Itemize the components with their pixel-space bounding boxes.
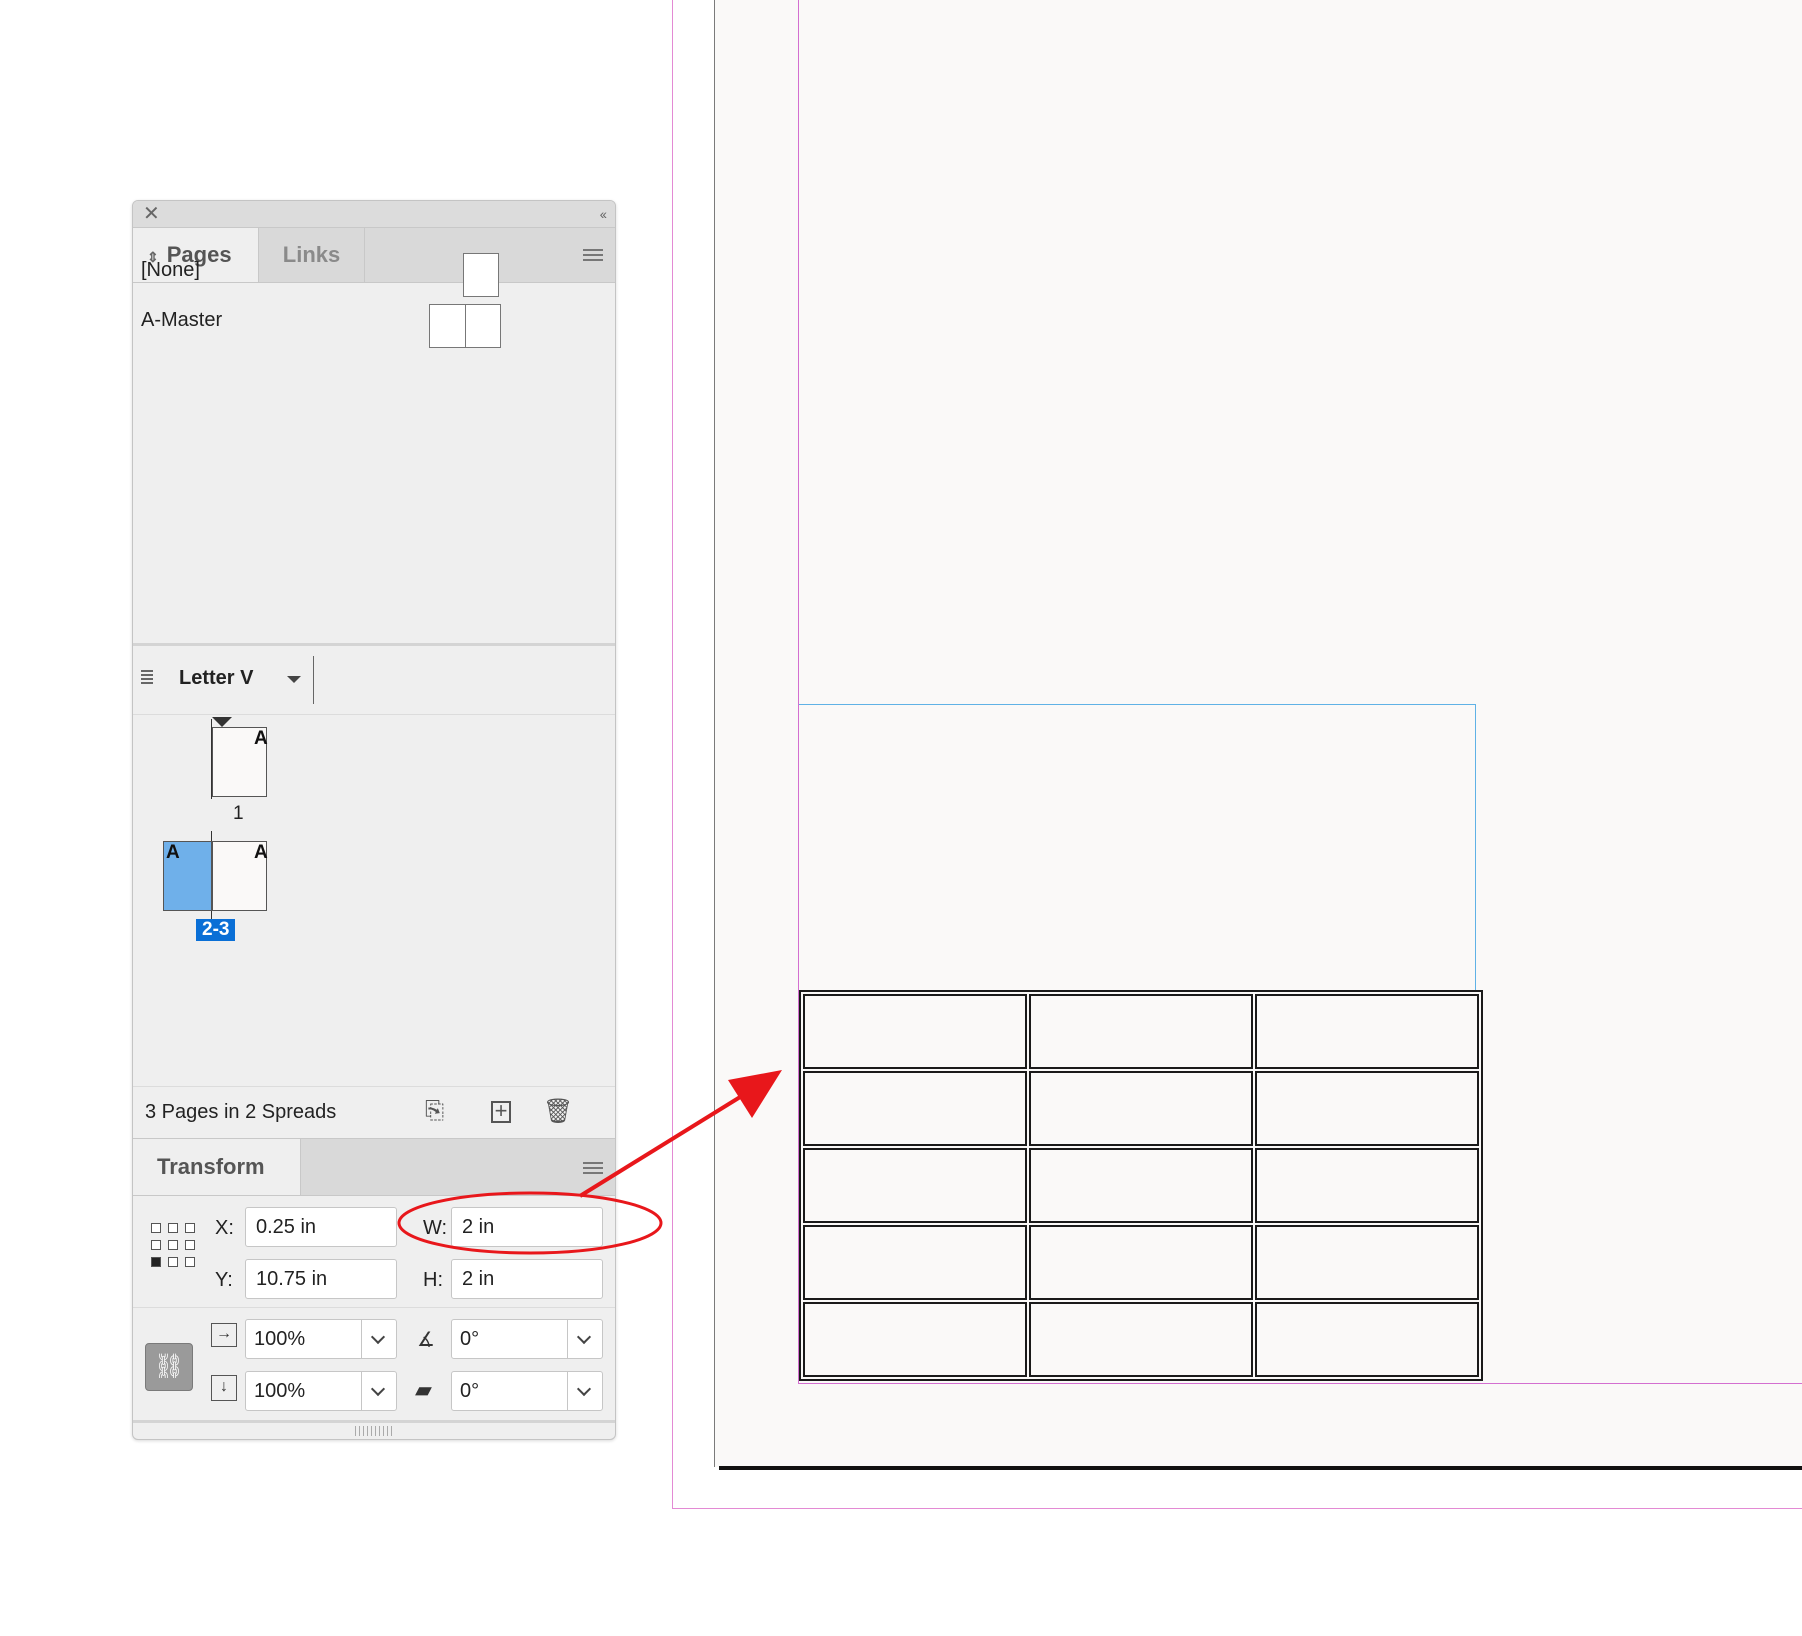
annotation-arrow-line (578, 1092, 747, 1198)
annotation-arrow-head (728, 1070, 782, 1118)
annotation-overlay (397, 1070, 782, 1255)
highlight-ellipse (397, 1191, 663, 1255)
